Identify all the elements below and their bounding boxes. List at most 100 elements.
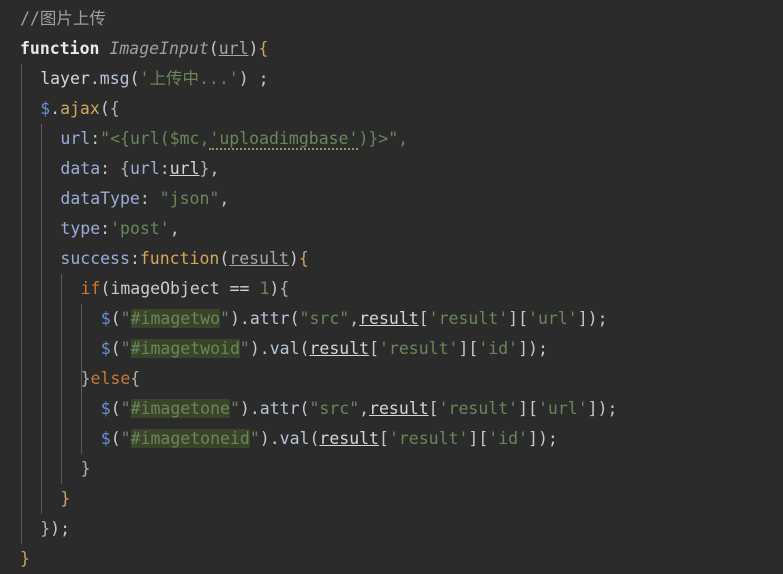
token-string-highlight: #imagetone [130,399,230,418]
code-line[interactable]: } [0,544,783,574]
token-punc: [ [428,399,439,418]
token-dollar: $ [100,399,111,418]
token-dollar: $ [100,429,111,448]
token-punc: [ [478,429,489,448]
token-punc: ( [110,399,121,418]
code-line[interactable]: $("#imagetwoid").val(result['result']['i… [0,334,783,364]
token-dollar: $ [100,339,111,358]
token-var: result [359,309,419,328]
token-punc: ( [299,399,310,418]
code-line[interactable]: } [0,454,783,484]
token-string-highlight: #imagetwo [130,309,221,328]
code-line[interactable]: function ImageInput(url){ [0,34,783,64]
code-line[interactable]: $.ajax({ [0,94,783,124]
token-var: result [369,399,429,418]
code-line[interactable]: //图片上传 [0,4,783,34]
token-punc: [ [418,309,429,328]
token-punc: ( [299,339,310,358]
code-line[interactable]: } [0,484,783,514]
token-var: result [319,429,379,448]
token-punc: ) [587,309,598,328]
code-line[interactable]: dataType: "json", [0,184,783,214]
code-line[interactable]: if(imageObject == 1){ [0,274,783,304]
token-string-highlight: #imagetoneid [130,429,250,448]
token-string: " [249,429,260,448]
token-punc: ] [468,429,479,448]
token-param: result [229,249,289,268]
code-line[interactable]: $("#imagetoneid").val(result['result']['… [0,424,783,454]
code-line[interactable]: data: {url:url}, [0,154,783,184]
token-punc: . [89,69,100,88]
code-line[interactable]: }); [0,514,783,544]
token-brace2: { [120,159,130,178]
token-punc: : [90,129,101,148]
token-string-squiggly: 'uploadimgbase' [209,129,359,150]
token-num: 1 [259,279,270,298]
token-string: " [239,339,250,358]
token-punc: ( [208,39,219,58]
token-var: url [169,159,200,178]
token-keyword: function [20,39,100,58]
token-punc: ] [577,309,588,328]
token-brace2: } [80,459,91,478]
token-punc: ; [597,309,608,328]
token-brace2: } [40,519,51,538]
code-line[interactable]: type:'post', [0,214,783,244]
token-punc: ] [518,339,529,358]
code-editor[interactable]: //图片上传 function ImageInput(url){layer.msg… [0,0,783,568]
token-string: "<{url($mc, [100,129,210,148]
token-func: function [139,249,220,268]
token-string: 'result' [438,399,519,418]
token-punc: ( [129,69,140,88]
token-punc: ( [110,309,121,328]
token-punc: ] [458,339,469,358]
code-line[interactable]: $("#imagetone").attr("src",result['resul… [0,394,783,424]
token-string: 'post' [110,219,170,238]
token-brace1: } [20,549,30,568]
token-punc: ] [587,399,598,418]
token-op: == [229,279,250,298]
token-punc: ; [607,399,618,418]
code-line[interactable]: layer.msg('上传中...') ; [0,64,783,94]
token-punc: ) [288,249,299,268]
token-method: val [269,339,300,358]
code-line[interactable]: $("#imagetwo").attr("src",result['result… [0,304,783,334]
token-punc: ( [110,339,121,358]
token-punc: ; [537,339,548,358]
token-punc: , [349,309,360,328]
token-punc: , [359,399,370,418]
token-punc: : [139,189,160,208]
token-string: "src" [309,399,360,418]
token-punc: ; [60,519,70,538]
token-brace1: { [298,249,309,268]
token-method: msg [99,69,130,88]
token-brace1: } [60,489,71,508]
token-punc: : [129,249,140,268]
token-dollar: $ [40,99,51,118]
code-line[interactable]: success:function(result){ [0,244,783,274]
token-punc: : [159,159,170,178]
token-punc: ] [518,399,529,418]
token-punc: ) [249,339,260,358]
token-punc: ( [100,279,111,298]
token-punc: ) [259,429,270,448]
code-lines-container[interactable]: //图片上传 function ImageInput(url){layer.msg… [0,4,783,574]
token-string: " [220,309,230,328]
token-punc: ( [99,99,110,118]
token-punc: ] [528,429,538,448]
code-line[interactable]: url:"<{url($mc,'uploadimgbase')}>", [0,124,783,154]
token-prop: url [129,159,160,178]
token-brace2: } [80,369,91,388]
token-plain: layer [40,69,90,88]
token-var: result [309,339,370,358]
token-string: 'result' [428,309,509,328]
token-punc: . [269,429,280,448]
token-method: val [279,429,310,448]
token-punc: ) [239,399,250,418]
token-string: )}>", [358,129,409,148]
token-punc: [ [468,339,479,358]
token-punc: ; [248,69,269,88]
code-line[interactable]: }else{ [0,364,783,394]
token-punc: ) [269,279,280,298]
token-string: "json" [159,189,220,208]
